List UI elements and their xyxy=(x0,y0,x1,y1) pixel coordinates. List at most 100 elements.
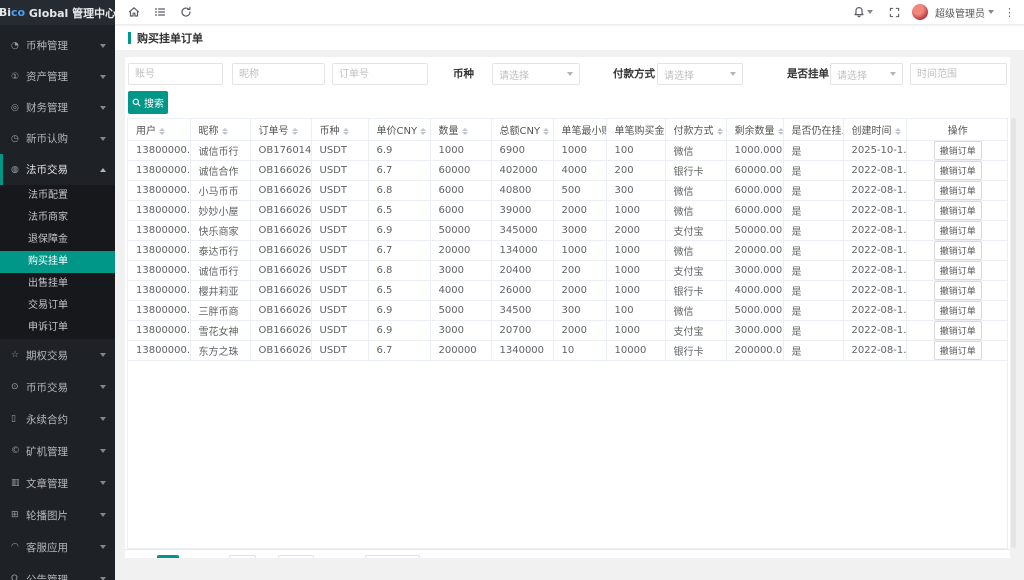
sort-up-icon xyxy=(778,128,784,131)
column-header-1[interactable]: 用户 xyxy=(128,119,190,141)
cancel-order-button[interactable]: 撤销订单 xyxy=(934,181,982,200)
fullscreen-icon[interactable] xyxy=(883,2,905,22)
pay-method-select[interactable]: 请选择 xyxy=(657,63,743,85)
column-header-5[interactable]: 单价CNY xyxy=(368,119,430,141)
table-cell: 妙妙小屋 xyxy=(190,201,250,221)
sort-down-icon xyxy=(543,132,549,135)
column-header-12[interactable]: 是否仍在挂... xyxy=(783,119,843,141)
account-input[interactable] xyxy=(128,63,223,85)
sidebar-subitem-buy-orders[interactable]: 购买挂单 xyxy=(0,251,115,273)
table-cell: 6.5 xyxy=(368,281,430,301)
table-cell: 2022-08-1... xyxy=(843,321,906,341)
pagination-prev-button[interactable]: ‹ xyxy=(139,555,151,558)
user-menu[interactable]: 超级管理员 xyxy=(935,5,994,20)
pagination-page-size-select[interactable]: 10 条/页 xyxy=(365,555,420,558)
table-cell: 1000 xyxy=(606,241,665,261)
column-header-7[interactable]: 总额CNY xyxy=(491,119,553,141)
sidebar-item-fiat-trade[interactable]: ◍法币交易 xyxy=(0,154,115,185)
is-listed-select[interactable]: 请选择 xyxy=(830,63,903,85)
table-cell: 微信 xyxy=(665,141,726,161)
sidebar-item-label: 资产管理 xyxy=(26,69,100,84)
sidebar-subitem-fiat-config[interactable]: 法币配置 xyxy=(0,185,115,207)
sidebar-item-finance-management[interactable]: ◎财务管理 xyxy=(0,92,115,123)
chevron-down-icon xyxy=(100,481,106,485)
pagination-confirm-button[interactable]: 确定 xyxy=(278,555,314,558)
column-header-13[interactable]: 创建时间 xyxy=(843,119,906,141)
time-range-input[interactable] xyxy=(910,63,1007,85)
content-card: 币种 请选择 付款方式 请选择 是否挂单 请选择 搜索 xyxy=(125,57,1010,558)
table-cell: USDT xyxy=(311,221,368,241)
column-header-2[interactable]: 昵称 xyxy=(190,119,250,141)
table-cell: 2022-08-1... xyxy=(843,221,906,241)
table-cell: 3000.0000... xyxy=(726,321,783,341)
sidebar-subitem-fiat-merchant[interactable]: 法币商家 xyxy=(0,207,115,229)
table-cell: OB166026... xyxy=(250,261,311,281)
pagination-jump-input[interactable]: 1 xyxy=(229,555,255,558)
pagination-page-1[interactable]: 1 xyxy=(157,555,179,558)
table-cell: 1340000 xyxy=(491,341,553,361)
pagination-next-button[interactable]: › xyxy=(185,555,197,558)
column-header-3[interactable]: 订单号 xyxy=(250,119,311,141)
table-cell: 1000 xyxy=(553,141,606,161)
table-scrollbar[interactable] xyxy=(1011,118,1016,548)
table-cell: USDT xyxy=(311,161,368,181)
avatar[interactable] xyxy=(912,4,928,20)
order-no-input[interactable] xyxy=(332,63,428,85)
column-header-6[interactable]: 数量 xyxy=(430,119,491,141)
asset-management-icon: ① xyxy=(11,72,26,82)
table-cell: OB166026... xyxy=(250,301,311,321)
cancel-order-button[interactable]: 撤销订单 xyxy=(934,201,982,220)
article-management-icon: ▥ xyxy=(11,478,26,488)
cancel-order-button[interactable]: 撤销订单 xyxy=(934,141,982,160)
orders-table: 用户昵称订单号币种单价CNY数量总额CNY单笔最小购...单笔购买金...付款方… xyxy=(128,118,1008,361)
table-cell: 3000.0000... xyxy=(726,261,783,281)
menu-list-icon[interactable] xyxy=(149,2,171,22)
search-button[interactable]: 搜索 xyxy=(128,91,168,114)
bell-icon[interactable] xyxy=(850,2,876,22)
sidebar-subitem-appeal-orders[interactable]: 申诉订单 xyxy=(0,317,115,339)
table-cell: USDT xyxy=(311,281,368,301)
cancel-order-button[interactable]: 撤销订单 xyxy=(934,161,982,180)
table-cell: 是 xyxy=(783,261,843,281)
sidebar-subitem-sell-orders[interactable]: 出售挂单 xyxy=(0,273,115,295)
sidebar-item-options-trade[interactable]: ☆期权交易 xyxy=(0,339,115,371)
sidebar-item-carousel-images[interactable]: ⊞轮播图片 xyxy=(0,499,115,531)
column-header-10[interactable]: 付款方式 xyxy=(665,119,726,141)
column-header-11[interactable]: 剩余数量 xyxy=(726,119,783,141)
bell-caret-icon xyxy=(867,10,873,14)
cancel-order-button[interactable]: 撤销订单 xyxy=(934,281,982,300)
coin-select[interactable]: 请选择 xyxy=(492,63,580,85)
table-cell: 支付宝 xyxy=(665,221,726,241)
table-cell: 39000 xyxy=(491,201,553,221)
sidebar-item-new-coin-subscription[interactable]: ◷新币认购 xyxy=(0,123,115,154)
sidebar-item-perpetual-contract[interactable]: ▯永续合约 xyxy=(0,403,115,435)
sidebar-item-spot-trade[interactable]: ⊙币币交易 xyxy=(0,371,115,403)
cancel-order-button[interactable]: 撤销订单 xyxy=(934,301,982,320)
sidebar-item-coin-management[interactable]: ◔币种管理 xyxy=(0,30,115,61)
refresh-icon[interactable] xyxy=(175,2,197,22)
home-icon[interactable] xyxy=(123,2,145,22)
nickname-input[interactable] xyxy=(232,63,325,85)
table-cell-action: 撤销订单 xyxy=(906,321,1008,341)
sidebar-item-asset-management[interactable]: ①资产管理 xyxy=(0,61,115,92)
sort-down-icon xyxy=(343,132,349,135)
cancel-order-button[interactable]: 撤销订单 xyxy=(934,261,982,280)
spot-trade-icon: ⊙ xyxy=(11,382,26,392)
cancel-order-button[interactable]: 撤销订单 xyxy=(934,221,982,240)
sidebar-subitem-refund-deposit[interactable]: 退保障金 xyxy=(0,229,115,251)
table-cell: 13800000... xyxy=(128,181,190,201)
sidebar-item-miner-management[interactable]: ©矿机管理 xyxy=(0,435,115,467)
more-vertical-icon[interactable]: ⋮ xyxy=(1001,6,1018,19)
table-cell: 13800000... xyxy=(128,321,190,341)
column-header-4[interactable]: 币种 xyxy=(311,119,368,141)
table-cell: 是 xyxy=(783,281,843,301)
sidebar-item-announcement-management[interactable]: Ω公告管理 xyxy=(0,563,115,580)
sort-down-icon xyxy=(895,132,901,135)
sidebar-item-article-management[interactable]: ▥文章管理 xyxy=(0,467,115,499)
cancel-order-button[interactable]: 撤销订单 xyxy=(934,241,982,260)
cancel-order-button[interactable]: 撤销订单 xyxy=(934,321,982,340)
sidebar-item-customer-service[interactable]: ◠客服应用 xyxy=(0,531,115,563)
cancel-order-button[interactable]: 撤销订单 xyxy=(934,341,982,360)
table-cell: 6.5 xyxy=(368,201,430,221)
sidebar-subitem-trade-orders[interactable]: 交易订单 xyxy=(0,295,115,317)
